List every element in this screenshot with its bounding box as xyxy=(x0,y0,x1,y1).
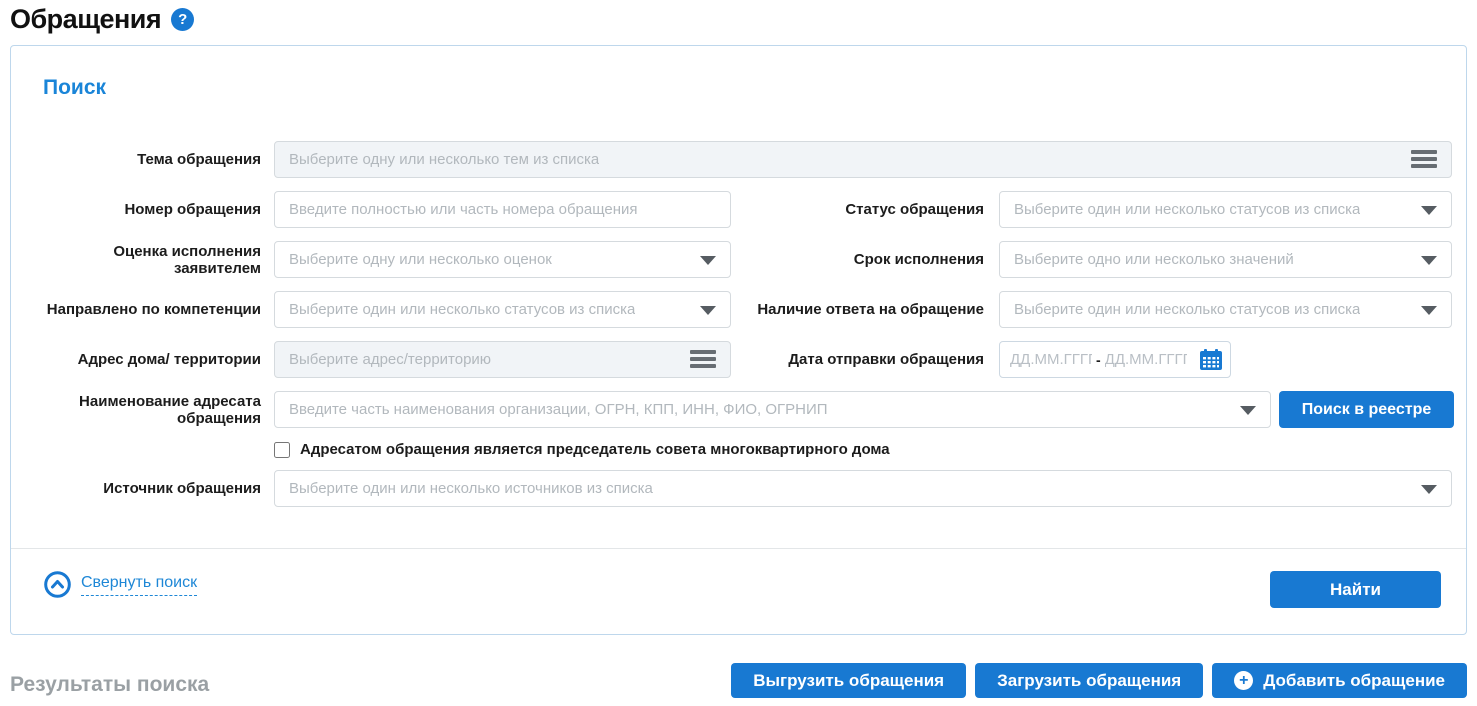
panel-footer: Свернуть поиск Найти xyxy=(11,571,1466,608)
find-button[interactable]: Найти xyxy=(1270,571,1441,608)
number-input[interactable] xyxy=(274,191,731,228)
chevron-down-icon xyxy=(700,256,716,265)
theme-placeholder: Выберите одну или несколько тем из списк… xyxy=(289,151,599,168)
forwarded-placeholder: Выберите один или несколько статусов из … xyxy=(289,301,635,318)
row-address-date: Адрес дома/ территории Выберите адрес/те… xyxy=(41,341,1466,378)
deadline-placeholder: Выберите одно или несколько значений xyxy=(1014,251,1294,268)
address-label: Адрес дома/ территории xyxy=(41,341,261,378)
registry-search-button[interactable]: Поиск в реестре xyxy=(1279,391,1454,428)
export-appeals-button[interactable]: Выгрузить обращения xyxy=(731,663,966,698)
number-label: Номер обращения xyxy=(41,191,261,228)
page-title: Обращения xyxy=(10,4,161,35)
chairman-checkbox-row: Адресатом обращения является председател… xyxy=(274,441,1466,458)
chevron-down-icon xyxy=(1421,306,1437,315)
row-number-status: Номер обращения Статус обращения Выберит… xyxy=(41,191,1466,228)
row-source: Источник обращения Выберите один или нес… xyxy=(41,470,1466,507)
address-picker[interactable]: Выберите адрес/территорию xyxy=(274,341,731,378)
forwarded-label: Направлено по компетенции xyxy=(41,291,261,328)
search-panel-heading: Поиск xyxy=(43,76,106,100)
add-appeal-button[interactable]: + Добавить обращение xyxy=(1212,663,1467,698)
source-select[interactable]: Выберите один или несколько источников и… xyxy=(274,470,1452,507)
chevron-up-circle-icon xyxy=(44,571,71,598)
row-addressee: Наименование адресата обращения Введите … xyxy=(41,391,1466,428)
addressee-label: Наименование адресата обращения xyxy=(41,391,261,428)
answered-select[interactable]: Выберите один или несколько статусов из … xyxy=(999,291,1452,328)
deadline-label: Срок исполнения xyxy=(731,241,984,278)
help-icon[interactable]: ? xyxy=(171,8,194,31)
panel-divider xyxy=(11,548,1466,549)
source-label: Источник обращения xyxy=(41,470,261,507)
source-placeholder: Выберите один или несколько источников и… xyxy=(289,480,653,497)
chevron-down-icon xyxy=(1421,256,1437,265)
chevron-down-icon xyxy=(1240,406,1256,415)
answered-placeholder: Выберите один или несколько статусов из … xyxy=(1014,301,1360,318)
answered-label: Наличие ответа на обращение xyxy=(731,291,984,328)
import-appeals-button[interactable]: Загрузить обращения xyxy=(975,663,1203,698)
deadline-select[interactable]: Выберите одно или несколько значений xyxy=(999,241,1452,278)
collapse-search-link[interactable]: Свернуть поиск xyxy=(44,571,197,598)
sent-date-to-input[interactable] xyxy=(1105,351,1187,368)
sent-date-from-input[interactable] xyxy=(1010,351,1092,368)
search-form: Тема обращения Выберите одну или несколь… xyxy=(11,141,1466,520)
results-heading: Результаты поиска xyxy=(10,673,209,697)
list-picker-icon[interactable] xyxy=(690,350,716,368)
addressee-combobox[interactable]: Введите часть наименования организации, … xyxy=(274,391,1271,428)
collapse-search-label: Свернуть поиск xyxy=(81,574,197,596)
theme-label: Тема обращения xyxy=(41,141,261,178)
rating-select[interactable]: Выберите одну или несколько оценок xyxy=(274,241,731,278)
page-header: Обращения ? xyxy=(10,4,194,35)
chairman-checkbox-label: Адресатом обращения является председател… xyxy=(300,441,890,458)
chairman-checkbox[interactable] xyxy=(274,442,290,458)
status-placeholder: Выберите один или несколько статусов из … xyxy=(1014,201,1360,218)
addressee-placeholder: Введите часть наименования организации, … xyxy=(289,401,828,418)
chevron-down-icon xyxy=(700,306,716,315)
chevron-down-icon xyxy=(1421,485,1437,494)
theme-multiselect[interactable]: Выберите одну или несколько тем из списк… xyxy=(274,141,1452,178)
status-label: Статус обращения xyxy=(731,191,984,228)
row-rating-deadline: Оценка исполнения заявителем Выберите од… xyxy=(41,241,1466,278)
rating-label: Оценка исполнения заявителем xyxy=(41,241,261,278)
calendar-icon[interactable] xyxy=(1200,349,1222,370)
chevron-down-icon xyxy=(1421,206,1437,215)
sent-date-range: - xyxy=(999,341,1231,378)
date-range-separator: - xyxy=(1096,352,1101,368)
sent-date-label: Дата отправки обращения xyxy=(731,341,984,378)
plus-circle-icon: + xyxy=(1234,671,1253,690)
results-actions: Выгрузить обращения Загрузить обращения … xyxy=(731,663,1467,698)
add-appeal-label: Добавить обращение xyxy=(1263,671,1445,691)
row-forwarded-answered: Направлено по компетенции Выберите один … xyxy=(41,291,1466,328)
address-placeholder: Выберите адрес/территорию xyxy=(289,351,491,368)
search-panel: Поиск Тема обращения Выберите одну или н… xyxy=(10,45,1467,635)
status-select[interactable]: Выберите один или несколько статусов из … xyxy=(999,191,1452,228)
list-picker-icon[interactable] xyxy=(1411,150,1437,168)
rating-placeholder: Выберите одну или несколько оценок xyxy=(289,251,552,268)
forwarded-select[interactable]: Выберите один или несколько статусов из … xyxy=(274,291,731,328)
row-theme: Тема обращения Выберите одну или несколь… xyxy=(41,141,1466,178)
